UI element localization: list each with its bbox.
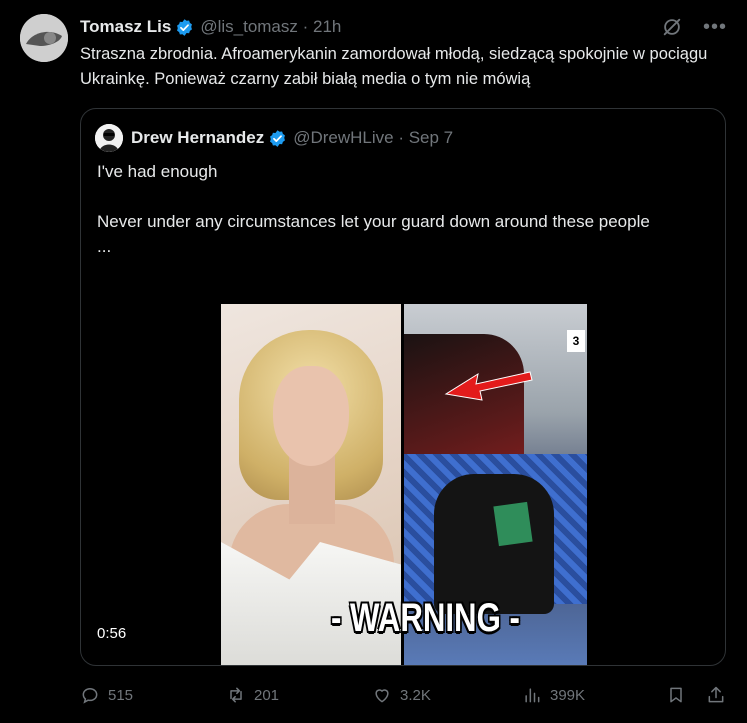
warning-overlay: - WARNING - — [331, 596, 520, 640]
like-count: 3.2K — [400, 686, 431, 704]
author-handle[interactable]: @lis_tomasz · 21h — [200, 17, 341, 37]
views-icon — [525, 688, 540, 703]
author-name[interactable]: Tomasz Lis — [80, 17, 171, 37]
video-duration: 0:56 — [97, 625, 127, 642]
share-button[interactable] — [706, 685, 726, 705]
more-icon[interactable]: ••• — [703, 17, 727, 37]
grok-icon[interactable] — [661, 16, 683, 38]
video-player[interactable]: 3 - WARNING - — [221, 304, 587, 665]
author-avatar[interactable] — [20, 14, 68, 62]
views-count: 399K — [550, 686, 586, 704]
bookmark-button[interactable] — [666, 685, 686, 705]
quote-author-avatar[interactable] — [95, 124, 123, 152]
channel-logo: 3 — [567, 330, 585, 352]
like-button[interactable]: 3.2K — [372, 685, 431, 705]
reply-icon — [82, 687, 98, 704]
reply-count: 515 — [108, 686, 134, 704]
red-arrow-icon — [444, 371, 533, 401]
like-icon — [375, 689, 389, 703]
tweet-header: Tomasz Lis @lis_tomasz · 21h ••• — [80, 16, 727, 38]
quote-author-name[interactable]: Drew Hernandez — [131, 128, 264, 148]
retweet-button[interactable]: 201 — [226, 685, 279, 705]
verified-badge-icon — [175, 18, 194, 37]
retweet-count: 201 — [254, 686, 280, 704]
quote-text: I've had enough Never under any circumst… — [97, 162, 650, 256]
verified-badge-icon — [268, 129, 287, 148]
quoted-tweet[interactable]: Drew Hernandez @DrewHLive · Sep 7 I've h… — [80, 108, 726, 666]
action-bar: 515 201 3.2K 399K — [80, 680, 730, 710]
quote-author-handle[interactable]: @DrewHLive · Sep 7 — [293, 128, 453, 148]
retweet-icon — [230, 687, 242, 703]
quote-header: Drew Hernandez @DrewHLive · Sep 7 — [95, 123, 453, 153]
reply-button[interactable]: 515 — [80, 685, 133, 705]
bookmark-icon — [670, 687, 682, 703]
views-button[interactable]: 399K — [522, 685, 585, 705]
share-icon — [708, 686, 724, 703]
tweet-text: Straszna zbrodnia. Afroamerykanin zamord… — [80, 45, 717, 88]
